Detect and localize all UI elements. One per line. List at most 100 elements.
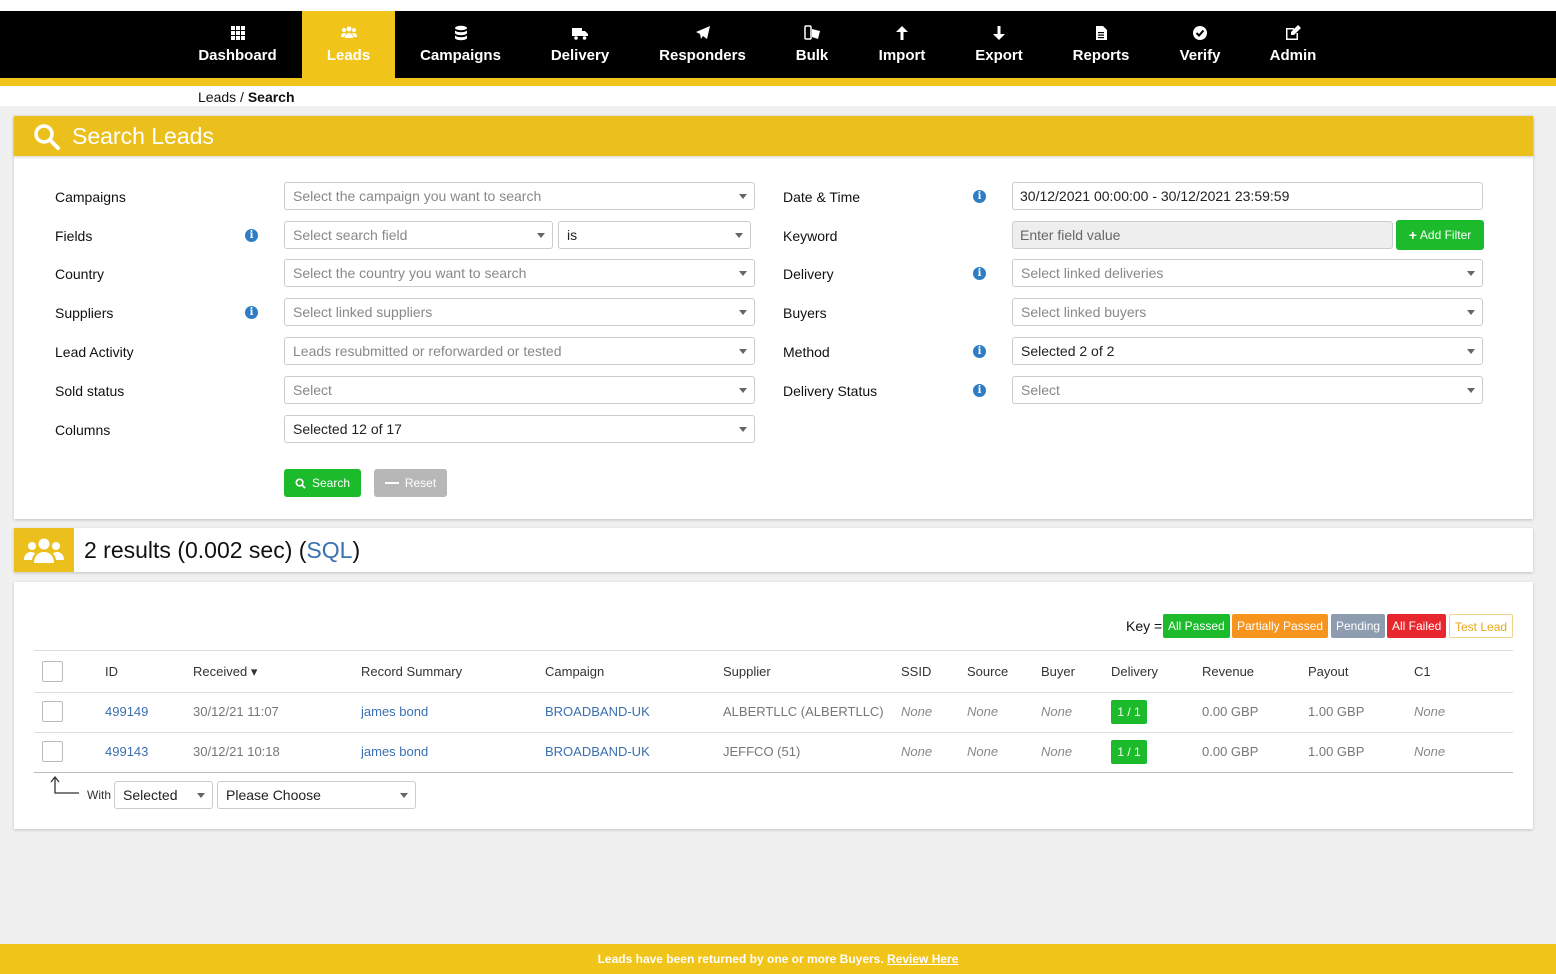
delivery-label: Delivery [783, 266, 834, 282]
col-header-source[interactable]: Source [967, 664, 1008, 679]
nav-delivery[interactable]: Delivery [544, 11, 616, 78]
fields-label: Fields [55, 228, 93, 244]
revenue-cell: 0.00 GBP [1202, 744, 1259, 759]
nav-responders[interactable]: Responders [652, 11, 753, 78]
chevron-down-icon [537, 233, 545, 238]
delivery-status-select[interactable]: Select [1012, 376, 1483, 404]
nav-reports[interactable]: Reports [1065, 11, 1137, 78]
payout-cell: 1.00 GBP [1308, 744, 1365, 759]
operator-select[interactable]: is [558, 221, 751, 249]
sql-link[interactable]: SQL [306, 537, 352, 563]
country-select[interactable]: Select the country you want to search [284, 259, 755, 287]
col-header-revenue[interactable]: Revenue [1202, 664, 1254, 679]
campaign-link[interactable]: BROADBAND-UK [545, 744, 650, 759]
col-header-record-summary[interactable]: Record Summary [361, 664, 462, 679]
nav-verify[interactable]: Verify [1171, 11, 1229, 78]
info-icon[interactable]: i [245, 229, 258, 242]
bulk-scope-select[interactable]: Selected [114, 781, 213, 809]
nav-import[interactable]: Import [871, 11, 933, 78]
results-icon-box [14, 528, 74, 572]
supplier-cell: ALBERTLLC (ALBERTLLC) [723, 704, 884, 719]
nav-label: Verify [1179, 47, 1221, 64]
truck-icon [572, 28, 588, 40]
info-icon[interactable]: i [973, 384, 986, 397]
plus-icon: + [1408, 227, 1417, 243]
campaigns-select[interactable]: Select the campaign you want to search [284, 182, 755, 210]
buyer-cell: None [1041, 744, 1073, 759]
sold-status-select[interactable]: Select [284, 376, 755, 404]
method-select[interactable]: Selected 2 of 2 [1012, 337, 1483, 365]
review-here-link[interactable]: Review Here [887, 952, 958, 966]
search-field-select[interactable]: Select search field [284, 221, 553, 249]
key-partially-passed-badge: Partially Passed [1232, 614, 1329, 638]
nav-label: Admin [1269, 47, 1317, 64]
search-button[interactable]: Search [284, 469, 361, 497]
nav-export[interactable]: Export [968, 11, 1030, 78]
date-range-input[interactable]: 30/12/2021 00:00:00 - 30/12/2021 23:59:5… [1012, 182, 1483, 210]
col-header-supplier[interactable]: Supplier [723, 664, 771, 679]
col-header-campaign[interactable]: Campaign [545, 664, 604, 679]
nav-campaigns[interactable]: Campaigns [412, 11, 509, 78]
delivery-select[interactable]: Select linked deliveries [1012, 259, 1483, 287]
c1-cell: None [1414, 744, 1446, 759]
nav-label: Reports [1072, 47, 1130, 64]
bulk-action-select[interactable]: Please Choose [217, 781, 416, 809]
nav-label: Dashboard [198, 47, 277, 64]
col-header-delivery[interactable]: Delivery [1111, 664, 1158, 679]
campaign-link[interactable]: BROADBAND-UK [545, 704, 650, 719]
suppliers-select[interactable]: Select linked suppliers [284, 298, 755, 326]
lead-id-link[interactable]: 499143 [105, 744, 148, 759]
col-header-id[interactable]: ID [105, 664, 118, 679]
lead-activity-select[interactable]: Leads resubmitted or reforwarded or test… [284, 337, 755, 365]
sort-desc-icon: ▾ [250, 664, 258, 679]
col-header-received[interactable]: Received ▾ [193, 664, 257, 680]
delivery-status-badge[interactable]: 1 / 1 [1111, 700, 1147, 724]
grid-icon [230, 26, 245, 40]
col-header-buyer[interactable]: Buyer [1041, 664, 1075, 679]
columns-select[interactable]: Selected 12 of 17 [284, 415, 755, 443]
record-summary-link[interactable]: james bond [361, 744, 428, 759]
record-summary-link[interactable]: james bond [361, 704, 428, 719]
nav-label: Responders [659, 47, 746, 64]
col-header-c1[interactable]: C1 [1414, 664, 1431, 679]
chevron-down-icon [1467, 349, 1475, 354]
ssid-cell: None [901, 744, 933, 759]
nav-bulk[interactable]: Bulk [788, 11, 836, 78]
select-all-checkbox[interactable] [42, 661, 63, 682]
bulk-scope-value: Selected [123, 787, 178, 803]
info-icon[interactable]: i [245, 306, 258, 319]
buyer-cell: None [1041, 704, 1073, 719]
nav-admin[interactable]: Admin [1262, 11, 1324, 78]
search-field-placeholder: Select search field [293, 227, 408, 243]
search-button-label: Search [311, 476, 351, 490]
keyword-input[interactable]: Enter field value [1012, 221, 1393, 249]
nav-dashboard[interactable]: Dashboard [190, 11, 285, 78]
lead-activity-placeholder: Leads resubmitted or reforwarded or test… [293, 343, 562, 359]
row-checkbox[interactable] [42, 741, 63, 762]
lead-id-link[interactable]: 499149 [105, 704, 148, 719]
info-icon[interactable]: i [973, 345, 986, 358]
c1-cell: None [1414, 704, 1446, 719]
row-checkbox[interactable] [42, 701, 63, 722]
col-header-received-label: Received [193, 664, 248, 679]
reset-button[interactable]: Reset [374, 469, 447, 497]
users-icon [340, 26, 357, 38]
delivery-status-badge[interactable]: 1 / 1 [1111, 740, 1147, 764]
suppliers-label: Suppliers [55, 305, 114, 321]
info-icon[interactable]: i [973, 190, 986, 203]
chevron-down-icon [1467, 271, 1475, 276]
bulk-action-value: Please Choose [226, 787, 321, 803]
col-header-payout[interactable]: Payout [1308, 664, 1348, 679]
arrow-up-icon [896, 26, 908, 40]
breadcrumb-parent[interactable]: Leads [198, 89, 236, 105]
col-header-ssid[interactable]: SSID [901, 664, 931, 679]
info-icon[interactable]: i [973, 267, 986, 280]
top-strip [0, 0, 1556, 11]
key-pending-badge: Pending [1331, 614, 1386, 638]
users-icon [24, 538, 64, 563]
chevron-down-icon [739, 388, 747, 393]
nav-leads[interactable]: Leads [302, 11, 395, 78]
buyers-select[interactable]: Select linked buyers [1012, 298, 1483, 326]
add-filter-button[interactable]: + Add Filter [1396, 220, 1484, 250]
ssid-cell: None [901, 704, 933, 719]
